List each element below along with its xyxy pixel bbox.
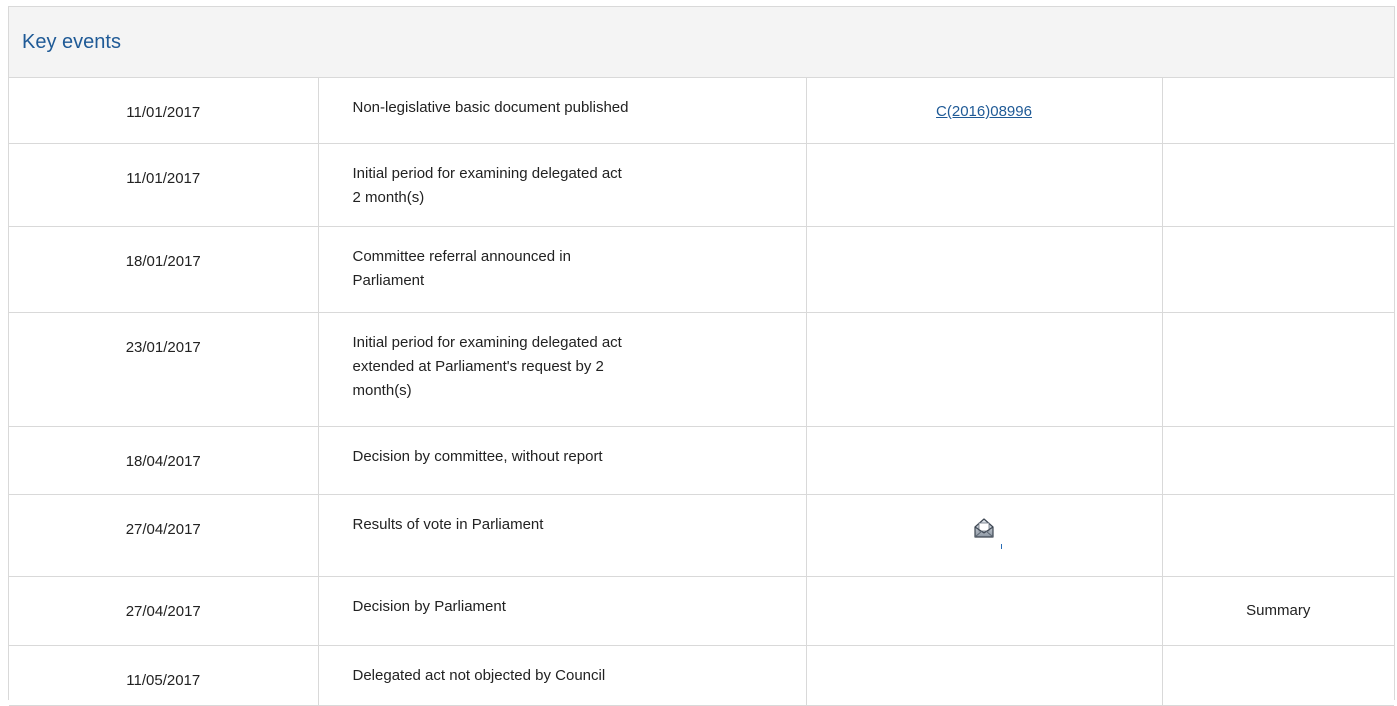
event-line: month(s): [352, 381, 412, 399]
event-line: Decision by committee, without report: [352, 447, 603, 465]
event-date: 18/04/2017: [9, 426, 319, 495]
icon-tick-mark: [1001, 543, 1002, 549]
event-date: 27/04/2017: [9, 576, 319, 646]
event-document: [806, 143, 1163, 227]
events-table: 11/01/2017 Non-legislative basic documen…: [9, 78, 1394, 706]
event-description: Decision by Parliament: [318, 576, 807, 646]
panel-header: Key events: [9, 7, 1394, 78]
panel-title: Key events: [22, 30, 121, 53]
event-document: [806, 426, 1163, 495]
table-row: 27/04/2017 Results of vote in Parliament: [9, 494, 1394, 577]
event-line: 2 month(s): [352, 188, 425, 206]
event-date: 11/05/2017: [9, 645, 319, 706]
event-description: Decision by committee, without report: [318, 426, 807, 495]
table-row: 18/01/2017 Committee referral announced …: [9, 226, 1394, 313]
event-description: Committee referral announced in Parliame…: [318, 226, 807, 313]
document-link[interactable]: C(2016)08996: [936, 103, 1032, 120]
event-document: [806, 312, 1163, 427]
event-summary: [1162, 645, 1394, 706]
event-description: Initial period for examining delegated a…: [318, 143, 807, 227]
event-line: extended at Parliament's request by 2: [352, 357, 604, 375]
event-document: [806, 226, 1163, 313]
event-summary: [1162, 312, 1394, 427]
event-description: Delegated act not objected by Council: [318, 645, 807, 706]
event-date: 18/01/2017: [9, 226, 319, 313]
key-events-panel: Key events 11/01/2017 Non-legislative ba…: [8, 6, 1395, 706]
event-line: Initial period for examining delegated a…: [352, 164, 622, 182]
event-line: Non-legislative basic document published: [352, 99, 629, 116]
event-line: Committee referral announced in: [352, 247, 571, 265]
event-description: Initial period for examining delegated a…: [318, 312, 807, 427]
event-summary: [1162, 78, 1394, 144]
results-envelope-icon[interactable]: [973, 517, 1002, 549]
event-line: Parliament: [352, 271, 425, 289]
event-document: [806, 645, 1163, 706]
table-row: 18/04/2017 Decision by committee, withou…: [9, 426, 1394, 495]
event-document: [806, 494, 1163, 577]
event-line: Initial period for examining delegated a…: [352, 333, 622, 351]
event-line: Decision by Parliament: [352, 597, 506, 615]
event-date: 11/01/2017: [9, 78, 319, 144]
event-summary: [1162, 226, 1394, 313]
event-description: Results of vote in Parliament: [318, 494, 807, 577]
event-line: Results of vote in Parliament: [352, 515, 544, 533]
table-row: 23/01/2017 Initial period for examining …: [9, 312, 1394, 427]
event-line: Delegated act not objected by Council: [352, 666, 606, 684]
table-row: 11/01/2017 Initial period for examining …: [9, 143, 1394, 227]
event-summary: [1162, 494, 1394, 577]
event-summary: [1162, 426, 1394, 495]
event-date: 11/01/2017: [9, 143, 319, 227]
event-summary: [1162, 143, 1394, 227]
event-date: 23/01/2017: [9, 312, 319, 427]
event-description: Non-legislative basic document published: [318, 78, 807, 144]
summary-link[interactable]: Summary: [1162, 576, 1394, 646]
table-row: 11/05/2017 Delegated act not objected by…: [9, 645, 1394, 706]
event-document: C(2016)08996: [806, 78, 1163, 144]
table-row: 27/04/2017 Decision by Parliament Summar…: [9, 576, 1394, 646]
table-row: 11/01/2017 Non-legislative basic documen…: [9, 78, 1394, 144]
event-date: 27/04/2017: [9, 494, 319, 577]
event-document: [806, 576, 1163, 646]
